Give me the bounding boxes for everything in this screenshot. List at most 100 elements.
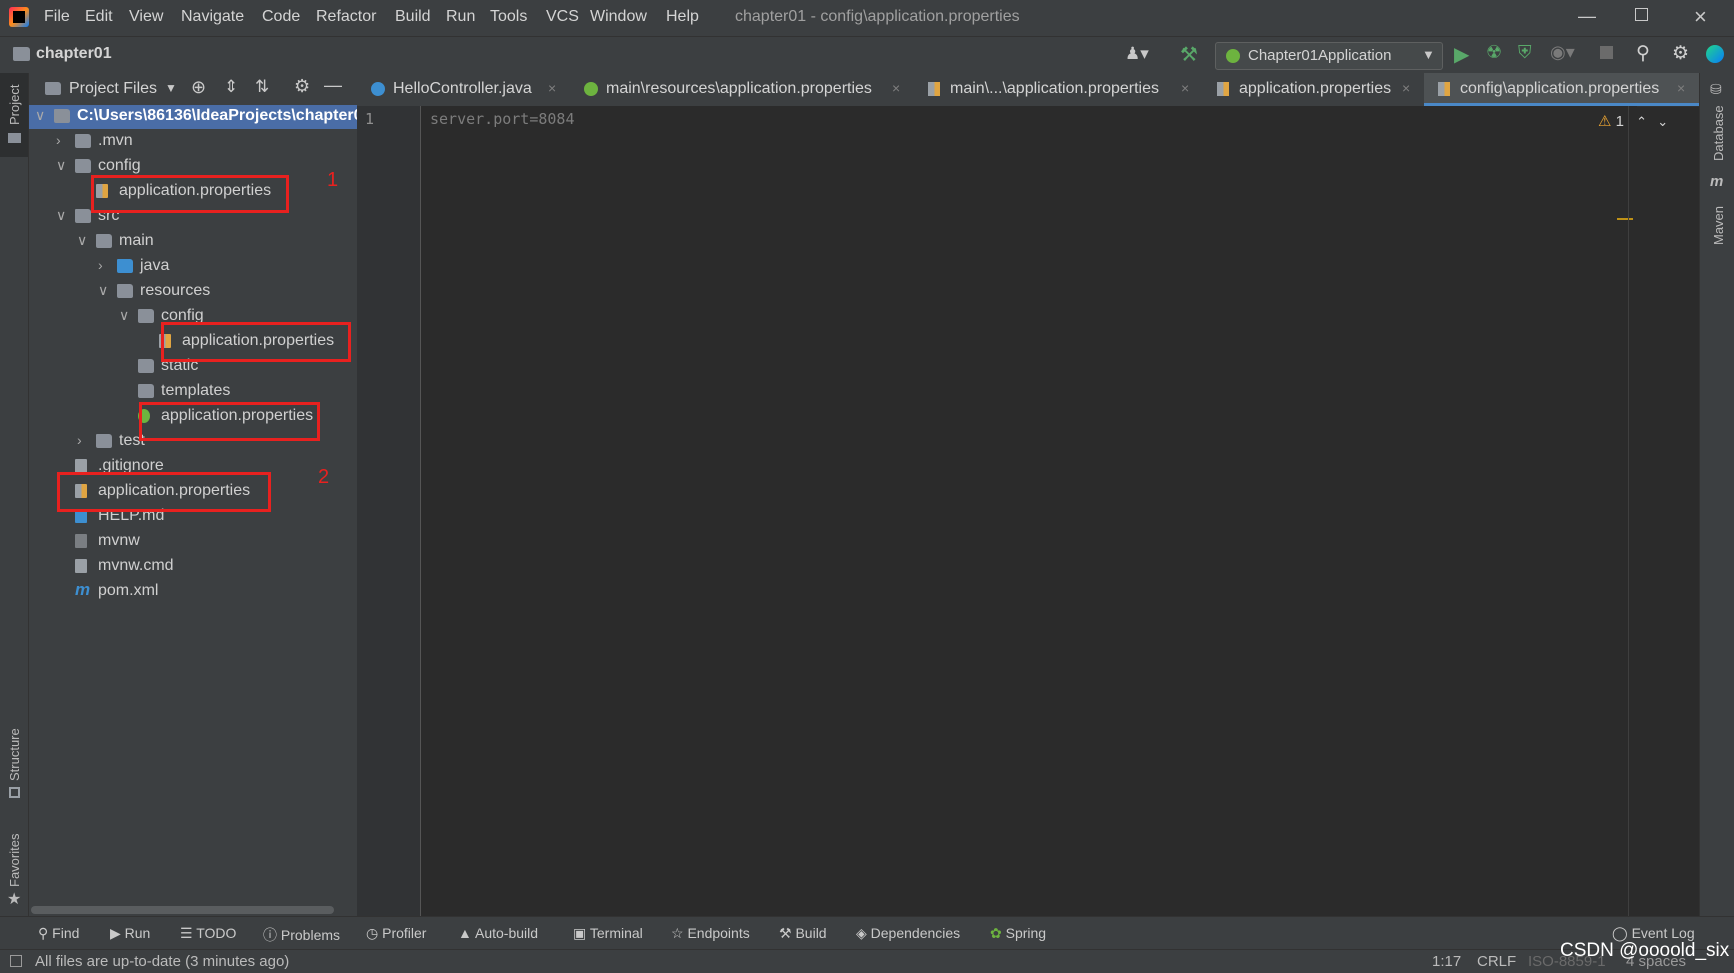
- coverage-icon[interactable]: ⛨: [1518, 42, 1532, 63]
- close-tab-icon[interactable]: ×: [1181, 80, 1189, 96]
- chevron-down-icon[interactable]: ∨: [119, 307, 133, 324]
- menu-run[interactable]: Run: [446, 8, 475, 26]
- locate-file-icon[interactable]: ⊕: [191, 77, 206, 98]
- stop-icon[interactable]: [1600, 46, 1613, 59]
- tree-item[interactable]: m pom.xml: [29, 580, 357, 604]
- favorites-tool-button[interactable]: Favorites ★: [0, 821, 28, 911]
- tree-item[interactable]: mvnw.cmd: [29, 555, 357, 579]
- tool-run[interactable]: ▶ Run: [110, 925, 150, 942]
- tool-problems[interactable]: ⓘ Problems: [263, 925, 340, 945]
- status-bar: All files are up-to-date (3 minutes ago)…: [0, 940, 1734, 973]
- tree-item[interactable]: templates: [29, 380, 357, 404]
- tree-item[interactable]: mvnw: [29, 530, 357, 554]
- menu-code[interactable]: Code: [262, 8, 300, 26]
- caret-position[interactable]: 1:17: [1432, 953, 1461, 970]
- profile-icon[interactable]: ◉▾: [1550, 42, 1575, 63]
- maven-tool-label: Maven: [1711, 205, 1726, 245]
- close-tab-icon[interactable]: ×: [548, 80, 556, 96]
- minimize-icon[interactable]: —: [1578, 6, 1596, 27]
- folder-icon: [54, 109, 70, 123]
- menu-help[interactable]: Help: [666, 8, 699, 26]
- breadcrumb-project[interactable]: chapter01: [36, 45, 112, 63]
- close-window-icon[interactable]: ×: [1694, 4, 1707, 30]
- tree-item[interactable]: ∨ resources: [29, 280, 357, 304]
- tool-spring[interactable]: ✿ Spring: [990, 925, 1046, 942]
- tool-find[interactable]: ⚲ Find: [38, 925, 79, 942]
- search-icon[interactable]: ⚲: [1636, 42, 1650, 65]
- menu-refactor[interactable]: Refactor: [316, 8, 376, 26]
- vcs-user-icon[interactable]: ♟▾: [1125, 44, 1149, 64]
- tool-terminal[interactable]: ▣ Terminal: [573, 925, 643, 942]
- editor-tab[interactable]: main\resources\application.properties ×: [570, 73, 914, 106]
- tool-todo[interactable]: ☰ TODO: [180, 925, 236, 942]
- tree-item[interactable]: ∨ main: [29, 230, 357, 254]
- run-configuration-select[interactable]: Chapter01Application ▼: [1215, 42, 1443, 70]
- tree-item-label: templates: [161, 382, 231, 399]
- previous-highlight-icon[interactable]: ⌃: [1636, 114, 1647, 129]
- editor-tab[interactable]: HelloController.java ×: [357, 73, 570, 106]
- panel-settings-gear-icon[interactable]: ⚙: [294, 76, 310, 97]
- code-editor[interactable]: server.port=8084: [421, 106, 1637, 916]
- editor-tab[interactable]: main\...\application.properties ×: [914, 73, 1203, 106]
- chevron-right-icon[interactable]: ›: [56, 132, 70, 148]
- menu-edit[interactable]: Edit: [85, 8, 113, 26]
- structure-tool-button[interactable]: Structure: [0, 713, 28, 803]
- tree-item[interactable]: ∨ C:\Users\86136\IdeaProjects\chapter01: [29, 105, 371, 129]
- build-hammer-icon[interactable]: ⚒: [1180, 42, 1198, 67]
- hide-panel-icon[interactable]: —: [324, 75, 342, 96]
- run-icon[interactable]: ▶: [1454, 42, 1469, 67]
- chevron-down-icon[interactable]: ∨: [56, 157, 70, 174]
- tool-build[interactable]: ⚒ Build: [779, 925, 827, 942]
- menu-file[interactable]: File: [44, 8, 70, 26]
- chevron-right-icon[interactable]: ›: [98, 257, 112, 273]
- maximize-icon[interactable]: [1635, 8, 1648, 21]
- jetbrains-toolbox-icon[interactable]: [1706, 45, 1724, 63]
- code-line[interactable]: server.port=8084: [430, 110, 575, 128]
- settings-gear-icon[interactable]: ⚙: [1672, 42, 1689, 65]
- maven-tool-button[interactable]: m Maven: [1700, 173, 1734, 253]
- hammer-icon: ⚒: [779, 925, 796, 941]
- inspection-widget[interactable]: ⚠ 1 ⌃ ⌄: [1598, 112, 1668, 130]
- tool-dependencies[interactable]: ◈ Dependencies: [856, 925, 960, 942]
- chevron-down-icon[interactable]: ∨: [77, 232, 91, 249]
- menu-tools[interactable]: Tools: [490, 8, 527, 26]
- horizontal-scrollbar[interactable]: [31, 906, 334, 914]
- close-tab-icon[interactable]: ×: [892, 80, 900, 96]
- folder-icon: [75, 159, 91, 173]
- chevron-down-icon[interactable]: ▼: [165, 81, 177, 95]
- menu-view[interactable]: View: [129, 8, 163, 26]
- tool-auto-build[interactable]: ▲ Auto-build: [458, 925, 538, 941]
- close-tab-icon[interactable]: ×: [1402, 80, 1410, 96]
- collapse-all-icon[interactable]: ⇅: [255, 77, 269, 97]
- line-number: 1: [365, 110, 375, 128]
- tree-item-label: java: [140, 257, 170, 274]
- editor-tab[interactable]: config\application.properties ×: [1424, 73, 1699, 106]
- expand-all-icon[interactable]: ⇕: [224, 77, 238, 97]
- project-view-selector[interactable]: Project Files: [69, 80, 157, 98]
- next-highlight-icon[interactable]: ⌄: [1657, 114, 1668, 129]
- chevron-down-icon[interactable]: ∨: [98, 282, 112, 299]
- tree-item[interactable]: › .mvn: [29, 130, 357, 154]
- list-icon: ☰: [180, 925, 197, 941]
- tree-item[interactable]: › java: [29, 255, 357, 279]
- menu-build[interactable]: Build: [395, 8, 431, 26]
- database-tool-button[interactable]: ⛁ Database: [1700, 73, 1734, 161]
- project-tool-button[interactable]: Project: [0, 73, 28, 157]
- chevron-right-icon[interactable]: ›: [77, 432, 91, 448]
- warning-marker[interactable]: [1617, 218, 1633, 220]
- annotation-box-4: [139, 402, 320, 441]
- menu-navigate[interactable]: Navigate: [181, 8, 244, 26]
- editor-tab[interactable]: application.properties ×: [1203, 73, 1424, 106]
- menu-vcs[interactable]: VCS: [546, 8, 579, 26]
- debug-icon[interactable]: ☢: [1486, 42, 1502, 63]
- status-toggle-icon[interactable]: [10, 955, 22, 967]
- tool-endpoints[interactable]: ☆ Endpoints: [671, 925, 750, 942]
- chevron-down-icon[interactable]: ∨: [35, 107, 49, 124]
- menu-window[interactable]: Window: [590, 8, 647, 26]
- tool-profiler[interactable]: ◷ Profiler: [366, 925, 426, 942]
- chevron-down-icon[interactable]: ∨: [56, 207, 70, 224]
- project-tool-label: Project: [7, 84, 22, 125]
- folder-icon: [96, 434, 112, 448]
- close-tab-icon[interactable]: ×: [1677, 80, 1685, 96]
- line-separator[interactable]: CRLF: [1477, 953, 1516, 970]
